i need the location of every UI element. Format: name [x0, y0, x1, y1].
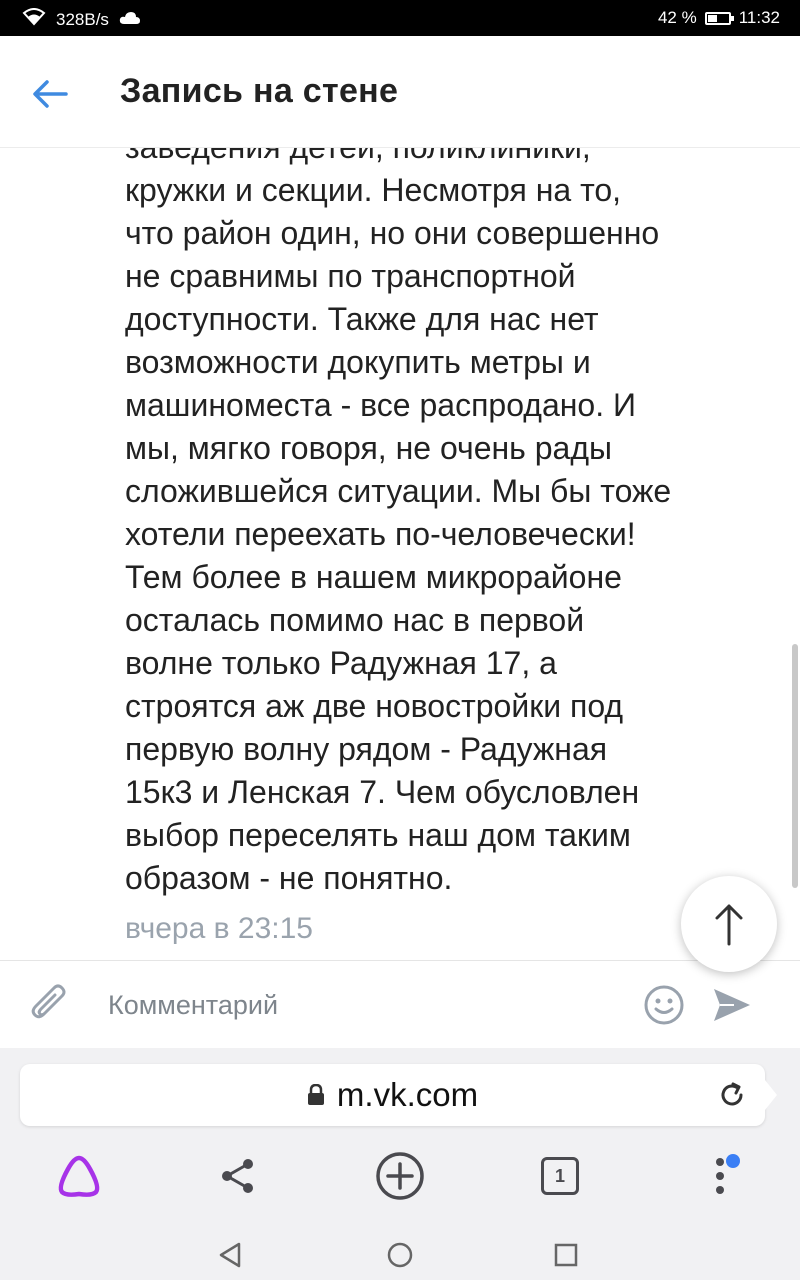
nav-home-button[interactable]	[380, 1238, 420, 1272]
back-button[interactable]	[22, 66, 78, 122]
send-button[interactable]	[708, 981, 756, 1029]
cloud-icon	[119, 10, 141, 30]
tab-count: 1	[554, 1165, 565, 1186]
arrow-left-icon	[33, 80, 68, 108]
attach-button[interactable]	[26, 981, 74, 1029]
new-tab-icon	[376, 1152, 424, 1200]
comment-input[interactable]	[108, 983, 608, 1027]
share-button[interactable]	[206, 1144, 270, 1208]
reload-button[interactable]	[715, 1078, 749, 1112]
share-icon	[222, 1159, 253, 1193]
scroll-to-top-button[interactable]	[681, 876, 777, 972]
browser-toolbar: m.vk.com 1	[0, 1048, 800, 1230]
post-content[interactable]: заведения детей, поликлиники, кружки и с…	[0, 148, 800, 960]
triangle-back-icon	[219, 1242, 241, 1268]
emoji-button[interactable]	[640, 981, 688, 1029]
system-nav-bar	[0, 1230, 800, 1280]
nav-back-button[interactable]	[210, 1238, 250, 1272]
app-header: Запись на стене	[0, 36, 800, 148]
clock: 11:32	[738, 8, 780, 27]
status-left: 328B/s	[22, 8, 141, 31]
network-speed: 328B/s	[56, 9, 109, 29]
emoji-icon	[644, 985, 684, 1025]
url-center: m.vk.com	[20, 1076, 765, 1114]
status-bar: 328B/s 42 % 11:32	[0, 0, 800, 36]
battery-percent: 42 %	[657, 8, 697, 27]
menu-icon	[716, 1158, 724, 1194]
circle-home-icon	[387, 1242, 413, 1268]
notification-dot	[726, 1154, 740, 1168]
post-text: заведения детей, поликлиники, кружки и с…	[125, 148, 672, 896]
post-timestamp[interactable]: вчера в 23:15	[125, 912, 313, 946]
scrollbar[interactable]	[792, 644, 798, 888]
reload-icon	[721, 1082, 743, 1106]
wifi-icon	[22, 8, 46, 31]
battery-icon	[704, 11, 734, 25]
arrow-up-icon	[715, 904, 743, 946]
alice-button[interactable]	[47, 1144, 111, 1208]
new-tab-button[interactable]	[368, 1144, 432, 1208]
tabs-icon: 1	[541, 1157, 579, 1195]
status-right: 42 % 11:32	[658, 8, 780, 28]
nav-recents-button[interactable]	[546, 1238, 586, 1272]
tabs-button[interactable]: 1	[528, 1144, 592, 1208]
battery-level	[707, 14, 717, 22]
send-icon	[714, 989, 750, 1021]
address-bar[interactable]: m.vk.com	[20, 1064, 777, 1126]
square-recents-icon	[554, 1243, 578, 1267]
comment-bar	[0, 960, 800, 1048]
url-text[interactable]: m.vk.com	[337, 1076, 478, 1114]
lock-icon	[307, 1084, 324, 1105]
page-title: Запись на стене	[120, 72, 399, 110]
paperclip-icon	[31, 984, 66, 1019]
alice-icon	[58, 1155, 100, 1197]
menu-button[interactable]	[688, 1144, 752, 1208]
